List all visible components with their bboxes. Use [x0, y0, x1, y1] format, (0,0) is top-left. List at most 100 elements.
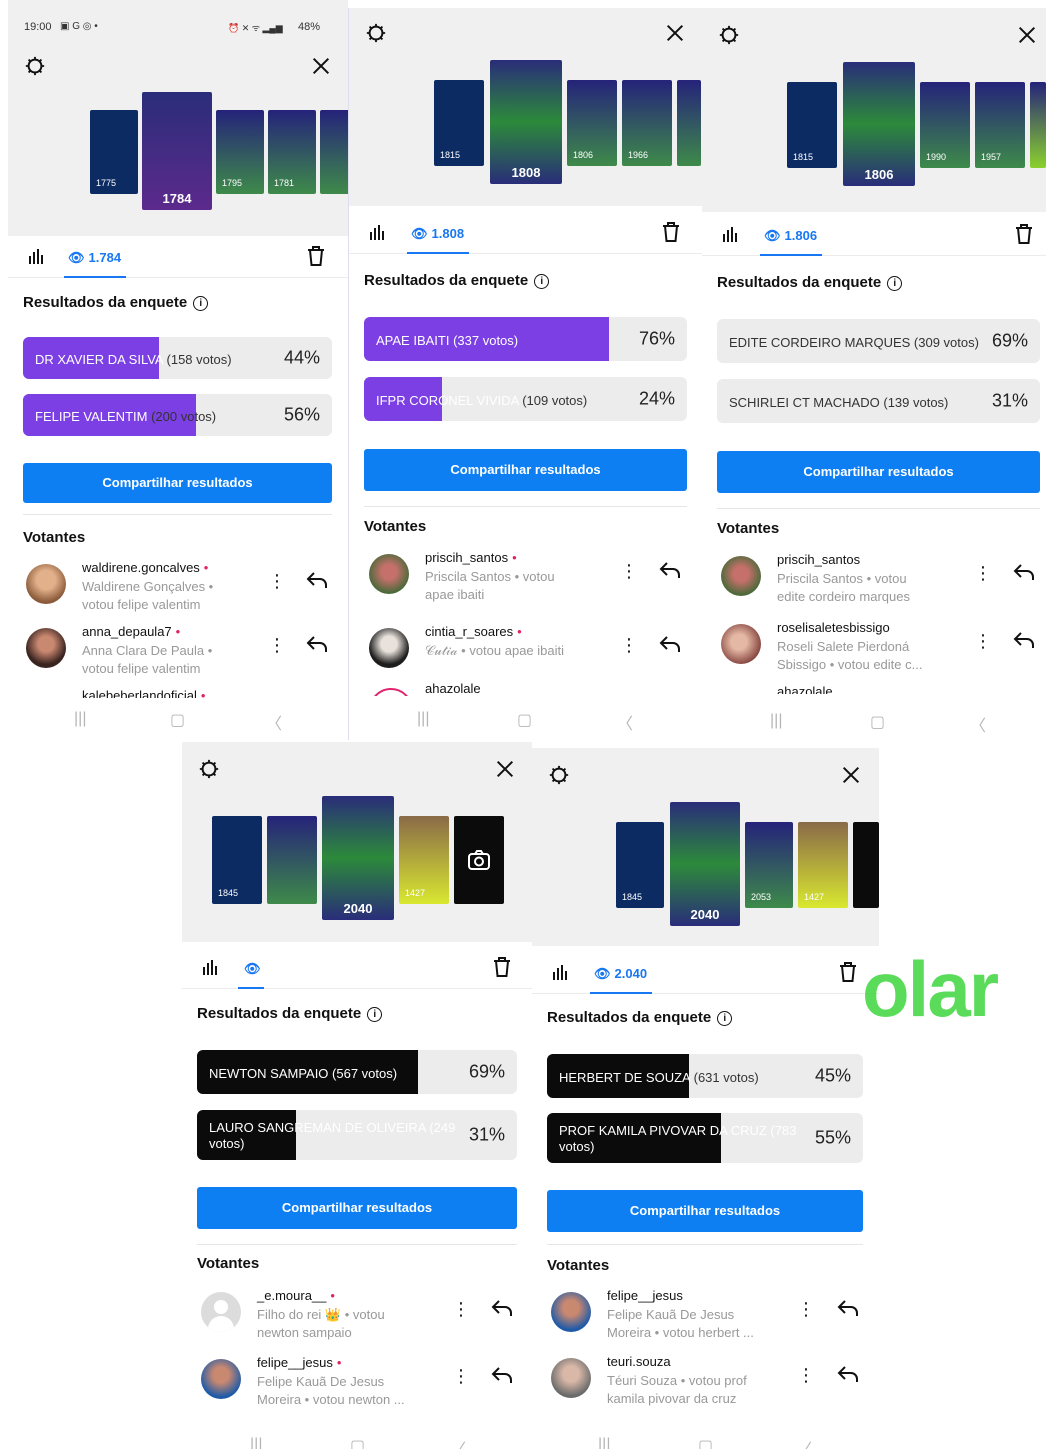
story-thumb[interactable]: 1815	[787, 82, 837, 168]
back-icon[interactable]: 〈	[450, 1436, 466, 1449]
more-icon[interactable]: ⋮	[452, 1300, 470, 1318]
more-icon[interactable]: ⋮	[974, 564, 992, 582]
story-thumb-selected[interactable]: 1784	[142, 92, 212, 210]
trash-icon[interactable]	[1014, 223, 1034, 245]
settings-gear-icon[interactable]	[718, 24, 740, 46]
insights-bars-icon[interactable]	[202, 958, 220, 976]
share-results-button[interactable]: Compartilhar resultados	[547, 1190, 863, 1232]
story-thumb[interactable]	[320, 110, 348, 194]
camera-thumb[interactable]	[853, 822, 879, 908]
close-icon[interactable]	[310, 55, 332, 77]
views-tab[interactable]: 👁 1.806	[764, 228, 817, 244]
story-thumb[interactable]: 1966	[622, 80, 672, 166]
voter-row[interactable]: roselisaletesbissigo Roseli Salete Pierd…	[721, 620, 1041, 674]
story-thumb[interactable]	[267, 816, 317, 904]
recents-icon[interactable]: |||	[598, 1436, 610, 1449]
trash-icon[interactable]	[492, 956, 512, 978]
story-thumb-selected[interactable]: 2040	[670, 802, 740, 926]
share-results-button[interactable]: Compartilhar resultados	[23, 463, 332, 503]
more-icon[interactable]: ⋮	[797, 1300, 815, 1318]
share-results-button[interactable]: Compartilhar resultados	[364, 449, 687, 491]
voter-row[interactable]: felipe__jesus • Felipe Kauã De Jesus Morei…	[201, 1355, 521, 1409]
home-icon[interactable]: ▢	[870, 712, 885, 732]
reply-arrow-icon[interactable]	[659, 560, 681, 580]
story-thumb[interactable]: 2053	[745, 822, 793, 908]
info-icon[interactable]: i	[717, 1011, 733, 1026]
more-icon[interactable]: ⋮	[620, 562, 638, 580]
back-icon[interactable]: 〈	[970, 712, 986, 736]
reply-arrow-icon[interactable]	[1013, 630, 1035, 650]
back-icon[interactable]: 〈	[266, 710, 282, 734]
camera-thumb[interactable]	[454, 816, 504, 904]
home-icon[interactable]: ▢	[698, 1436, 713, 1449]
views-tab[interactable]: 👁 1.808	[411, 226, 464, 242]
recents-icon[interactable]: |||	[770, 712, 782, 730]
story-thumb[interactable]: 1990	[920, 82, 970, 168]
story-thumb[interactable]: 1806	[567, 80, 617, 166]
more-icon[interactable]: ⋮	[452, 1367, 470, 1385]
reply-arrow-icon[interactable]	[837, 1298, 859, 1318]
views-tab[interactable]: 👁	[244, 961, 265, 977]
recents-icon[interactable]: |||	[417, 710, 429, 728]
recents-icon[interactable]: |||	[250, 1436, 262, 1449]
story-thumb-selected[interactable]: 2040	[322, 796, 394, 920]
settings-gear-icon[interactable]	[365, 22, 387, 44]
trash-icon[interactable]	[306, 245, 326, 267]
views-tab[interactable]: 👁 1.784	[68, 250, 121, 266]
more-icon[interactable]: ⋮	[974, 632, 992, 650]
reply-arrow-icon[interactable]	[837, 1364, 859, 1384]
close-icon[interactable]	[1016, 24, 1038, 46]
reply-arrow-icon[interactable]	[1013, 562, 1035, 582]
info-icon[interactable]: i	[887, 276, 903, 291]
voter-row[interactable]: waldirene.goncalves • Waldirene Gonçalves…	[26, 560, 336, 614]
reply-arrow-icon[interactable]	[491, 1298, 513, 1318]
settings-gear-icon[interactable]	[548, 764, 570, 786]
story-thumb[interactable]: 1775	[90, 110, 138, 194]
info-icon[interactable]: i	[193, 296, 209, 311]
more-icon[interactable]: ⋮	[268, 636, 286, 654]
story-thumb[interactable]: 1957	[975, 82, 1025, 168]
insights-bars-icon[interactable]	[28, 247, 46, 265]
home-icon[interactable]: ▢	[517, 710, 532, 730]
story-thumb[interactable]: 1781	[268, 110, 316, 194]
insights-bars-icon[interactable]	[552, 963, 570, 981]
trash-icon[interactable]	[661, 221, 681, 243]
recents-icon[interactable]: |||	[74, 710, 86, 728]
voter-row[interactable]: ahazolale	[721, 684, 1041, 694]
close-icon[interactable]	[840, 764, 862, 786]
voter-row[interactable]: felipe__jesus Felipe Kauã De Jesus Moreir…	[551, 1288, 871, 1342]
home-icon[interactable]: ▢	[350, 1436, 365, 1449]
settings-gear-icon[interactable]	[24, 55, 46, 77]
share-results-button[interactable]: Compartilhar resultados	[197, 1187, 517, 1229]
info-icon[interactable]: i	[367, 1007, 383, 1022]
voter-row[interactable]: _e.moura__ • Filho do rei 👑 • votou newton…	[201, 1288, 521, 1342]
voter-row[interactable]: ahazolale	[369, 680, 689, 696]
close-icon[interactable]	[494, 758, 516, 780]
voter-row[interactable]: priscih_santos • Priscila Santos • votou a…	[369, 550, 689, 604]
insights-bars-icon[interactable]	[369, 223, 387, 241]
story-thumb[interactable]	[1030, 82, 1046, 168]
more-icon[interactable]: ⋮	[268, 572, 286, 590]
voter-row[interactable]: priscih_santos Priscila Santos • votou ed…	[721, 552, 1041, 606]
story-thumb[interactable]: 1845	[212, 816, 262, 904]
reply-arrow-icon[interactable]	[659, 634, 681, 654]
story-thumb[interactable]	[677, 80, 701, 166]
back-icon[interactable]: 〈	[796, 1436, 812, 1449]
story-thumb[interactable]: 1795	[216, 110, 264, 194]
story-thumb-selected[interactable]: 1806	[843, 62, 915, 186]
story-thumb[interactable]: 1845	[616, 822, 664, 908]
back-icon[interactable]: 〈	[617, 710, 633, 734]
trash-icon[interactable]	[838, 961, 858, 983]
voter-row[interactable]: teuri.souza Téuri Souza • votou prof kami…	[551, 1354, 871, 1408]
insights-bars-icon[interactable]	[722, 225, 740, 243]
more-icon[interactable]: ⋮	[620, 636, 638, 654]
story-thumb[interactable]: 1815	[434, 80, 484, 166]
voter-row[interactable]: anna_depaula7 • Anna Clara De Paula • voto…	[26, 624, 336, 678]
more-icon[interactable]: ⋮	[797, 1366, 815, 1384]
reply-arrow-icon[interactable]	[306, 634, 328, 654]
share-results-button[interactable]: Compartilhar resultados	[717, 451, 1040, 493]
voter-row[interactable]: kalebeberlandoficial •	[26, 688, 336, 698]
views-tab[interactable]: 👁 2.040	[594, 966, 647, 982]
settings-gear-icon[interactable]	[198, 758, 220, 780]
info-icon[interactable]: i	[534, 274, 550, 289]
